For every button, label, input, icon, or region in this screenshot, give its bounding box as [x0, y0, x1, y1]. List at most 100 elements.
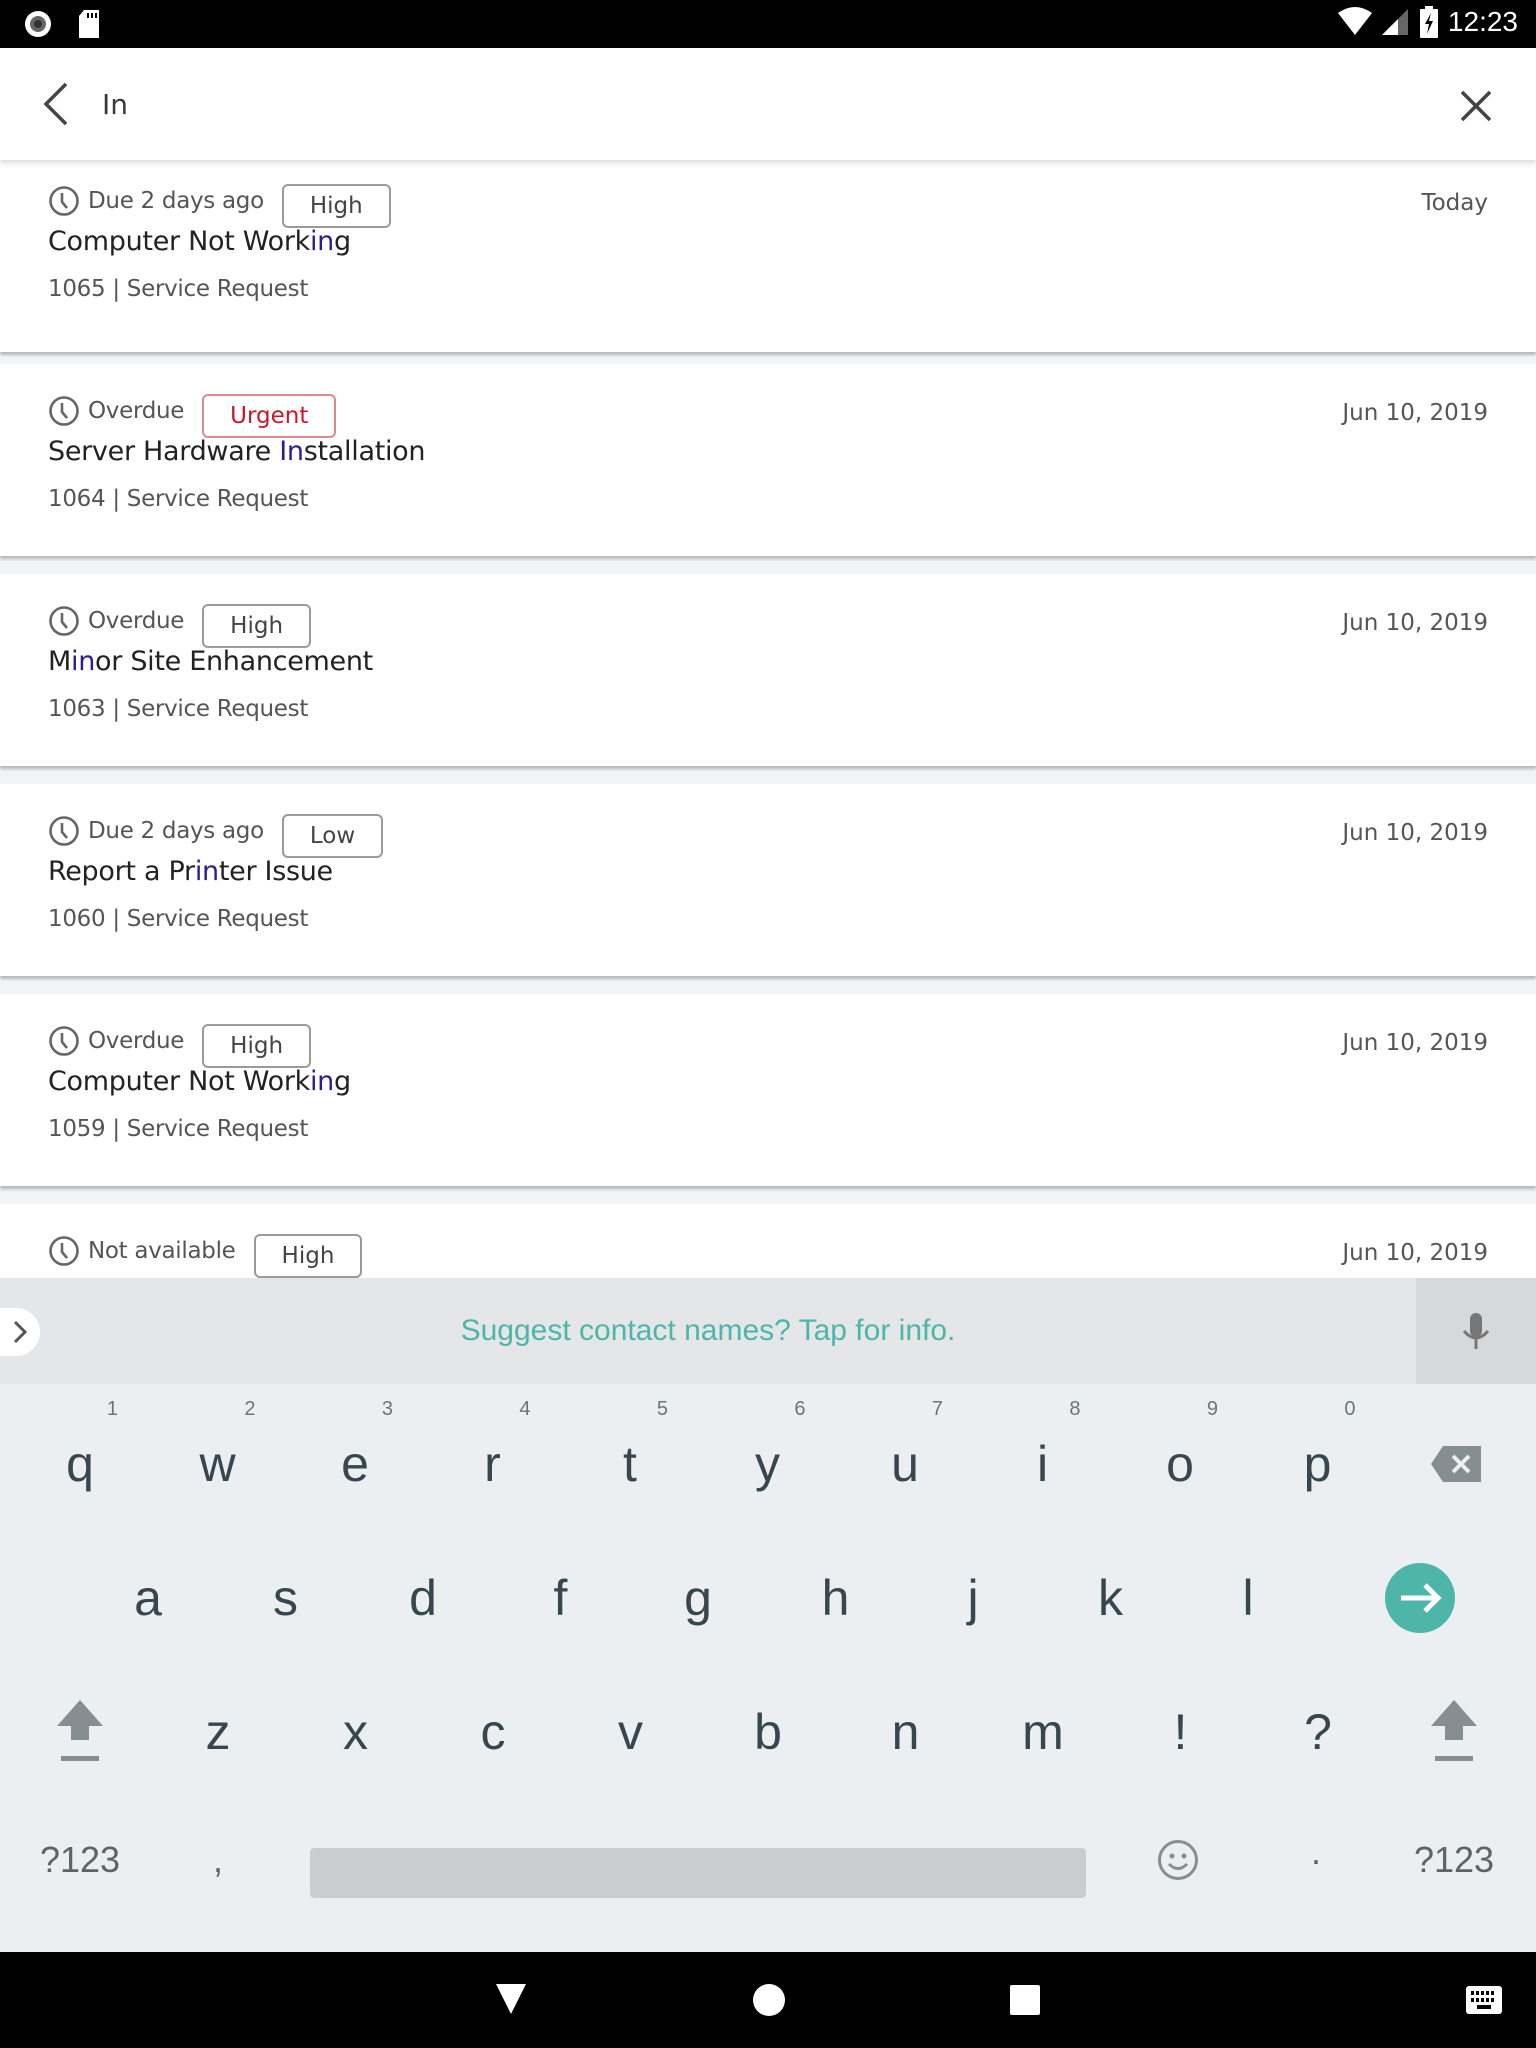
key-h[interactable]: h: [768, 1518, 904, 1648]
key-label: r: [484, 1436, 501, 1492]
key-label: q: [66, 1436, 94, 1492]
key-label: w: [199, 1436, 236, 1492]
square-recents-icon: [1010, 1985, 1040, 2015]
key-exclamation[interactable]: !: [1113, 1652, 1249, 1782]
due-status: Overdue: [88, 398, 185, 424]
title-text: g: [333, 1066, 351, 1097]
key-question[interactable]: ?: [1250, 1652, 1386, 1782]
nav-recents-button[interactable]: [1008, 1980, 1042, 2025]
key-label: p: [1303, 1436, 1332, 1492]
key-label: c: [480, 1704, 506, 1760]
suggest-contacts-prompt[interactable]: Suggest contact names? Tap for info.: [0, 1278, 1416, 1384]
nav-back-button[interactable]: [494, 1980, 528, 2025]
space-key[interactable]: [310, 1848, 1086, 1898]
key-e[interactable]: 3e: [287, 1384, 423, 1514]
priority-badge: High: [281, 184, 391, 228]
back-button[interactable]: [38, 78, 78, 130]
key-number-hint: 5: [656, 1398, 668, 1420]
search-header: [0, 48, 1536, 160]
result-card[interactable]: Overdue High Minor Site Enhancement 1063…: [0, 574, 1536, 766]
status-bar: 12:23: [0, 0, 1536, 48]
enter-key[interactable]: [1352, 1518, 1488, 1648]
key-d[interactable]: d: [355, 1518, 491, 1648]
key-label: j: [967, 1570, 979, 1626]
key-r[interactable]: 4r: [425, 1384, 561, 1514]
key-l[interactable]: l: [1180, 1518, 1316, 1648]
key-label: o: [1166, 1436, 1194, 1492]
title-text: Report a Pr: [48, 856, 195, 887]
key-label: u: [891, 1436, 919, 1492]
title-text: Server Hardware: [48, 436, 280, 467]
keyboard-icon: [1466, 1986, 1502, 2014]
results-list: Due 2 days ago High Computer Not Working…: [0, 160, 1536, 1278]
arrow-right-icon: [1385, 1563, 1455, 1633]
card-meta: Not available High: [48, 1231, 363, 1278]
voice-input-button[interactable]: [1416, 1278, 1536, 1384]
search-input[interactable]: [102, 78, 1402, 130]
emoji-key[interactable]: [1110, 1780, 1246, 1910]
key-p[interactable]: 0p: [1250, 1384, 1386, 1514]
key-q[interactable]: 1q: [12, 1384, 148, 1514]
microphone-icon: [1462, 1313, 1490, 1349]
backspace-key[interactable]: [1388, 1384, 1524, 1514]
nav-home-button[interactable]: [752, 1980, 786, 2025]
clear-search-button[interactable]: [1456, 86, 1496, 126]
key-u[interactable]: 7u: [837, 1384, 973, 1514]
result-date: Jun 10, 2019: [1342, 400, 1488, 426]
key-t[interactable]: 5t: [562, 1384, 698, 1514]
system-navigation-bar: [0, 1952, 1536, 2048]
key-m[interactable]: m: [975, 1652, 1111, 1782]
key-j[interactable]: j: [905, 1518, 1041, 1648]
result-card[interactable]: Not available High Jun 10, 2019: [0, 1204, 1536, 1278]
key-number-hint: 9: [1206, 1398, 1218, 1420]
switch-keyboard-button[interactable]: [1464, 1980, 1504, 2025]
clock-icon: [49, 816, 79, 846]
result-card[interactable]: Overdue Urgent Server Hardware Installat…: [0, 364, 1536, 556]
key-s[interactable]: s: [218, 1518, 354, 1648]
priority-badge: Low: [281, 814, 384, 858]
key-label: x: [343, 1704, 368, 1760]
shift-key-right[interactable]: [1386, 1652, 1522, 1782]
result-card[interactable]: Due 2 days ago Low Report a Printer Issu…: [0, 784, 1536, 976]
key-label: ·: [1310, 1839, 1322, 1880]
battery-charging-icon: [1419, 6, 1438, 38]
period-key[interactable]: ·: [1248, 1780, 1384, 1910]
wifi-icon: [1337, 7, 1372, 35]
key-x[interactable]: x: [288, 1652, 424, 1782]
key-number-hint: 0: [1344, 1398, 1356, 1420]
key-c[interactable]: c: [425, 1652, 561, 1782]
key-i[interactable]: 8i: [975, 1384, 1111, 1514]
key-f[interactable]: f: [493, 1518, 629, 1648]
keyboard-suggestion-strip: Suggest contact names? Tap for info.: [0, 1278, 1536, 1384]
key-g[interactable]: g: [630, 1518, 766, 1648]
key-y[interactable]: 6y: [700, 1384, 836, 1514]
key-number-hint: 3: [381, 1398, 393, 1420]
shift-key-left[interactable]: [12, 1652, 148, 1782]
result-card[interactable]: Overdue High Computer Not Working 1059 |…: [0, 994, 1536, 1186]
key-z[interactable]: z: [150, 1652, 286, 1782]
key-k[interactable]: k: [1043, 1518, 1179, 1648]
key-b[interactable]: b: [700, 1652, 836, 1782]
result-title: Server Hardware Installation: [48, 436, 426, 467]
emoji-icon: [1158, 1840, 1198, 1880]
symbols-key-left[interactable]: ?123: [12, 1780, 148, 1910]
comma-key[interactable]: ,: [150, 1780, 286, 1910]
key-n[interactable]: n: [838, 1652, 974, 1782]
key-label: a: [134, 1570, 162, 1626]
key-a[interactable]: a: [80, 1518, 216, 1648]
key-w[interactable]: 2w: [150, 1384, 286, 1514]
key-label: e: [341, 1436, 369, 1492]
title-match-highlight: in: [309, 1066, 334, 1097]
result-id-type: 1060 | Service Request: [48, 906, 309, 932]
title-text: stallation: [303, 436, 426, 467]
key-v[interactable]: v: [563, 1652, 699, 1782]
priority-badge: High: [202, 1024, 312, 1068]
priority-badge: High: [253, 1234, 363, 1278]
result-title: Minor Site Enhancement: [48, 646, 373, 677]
triangle-back-icon: [496, 1984, 526, 2014]
key-number-hint: 4: [519, 1398, 531, 1420]
key-o[interactable]: 9o: [1112, 1384, 1248, 1514]
result-card[interactable]: Due 2 days ago High Computer Not Working…: [0, 160, 1536, 352]
result-id-type: 1064 | Service Request: [48, 486, 309, 512]
symbols-key-right[interactable]: ?123: [1386, 1780, 1522, 1910]
